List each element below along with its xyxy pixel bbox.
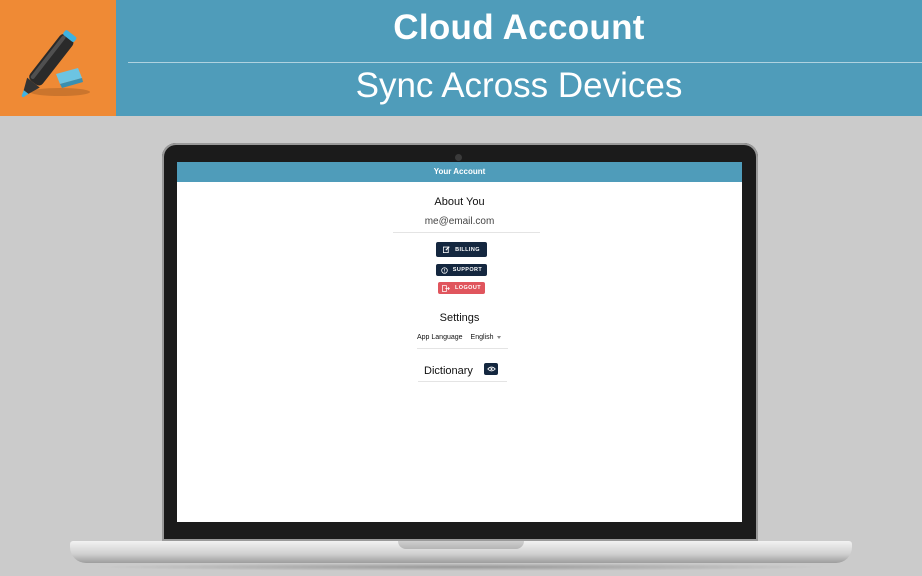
laptop-screen: Your Account About You me@email.com BILL… xyxy=(177,162,742,522)
help-circle-icon xyxy=(441,266,448,274)
highlighter-marker-icon xyxy=(21,30,90,98)
language-setting-row: App Language English xyxy=(417,334,501,341)
chevron-down-icon xyxy=(496,336,501,339)
logout-label: LOGOUT xyxy=(455,285,481,291)
webcam xyxy=(455,154,462,161)
laptop-base-notch xyxy=(398,541,524,549)
account-email: me@email.com xyxy=(424,216,495,227)
support-label: SUPPORT xyxy=(452,267,483,273)
billing-button[interactable]: BILLING xyxy=(436,242,487,257)
dictionary-heading: Dictionary xyxy=(424,365,473,377)
about-you-heading: About You xyxy=(434,196,485,208)
billing-label: BILLING xyxy=(455,246,480,253)
divider xyxy=(393,232,540,233)
divider xyxy=(418,381,507,382)
eye-icon xyxy=(486,366,496,372)
app-header: Your Account xyxy=(177,162,742,182)
support-button[interactable]: SUPPORT xyxy=(436,264,487,276)
logout-icon xyxy=(442,284,450,292)
banner-divider xyxy=(128,62,922,63)
divider xyxy=(417,348,508,349)
edit-icon xyxy=(443,246,450,253)
laptop-bezel-bottom xyxy=(170,522,750,536)
laptop-shadow xyxy=(90,563,832,571)
language-select[interactable]: English xyxy=(471,334,501,341)
logout-button[interactable]: LOGOUT xyxy=(438,282,485,294)
promo-banner: Cloud Account Sync Across Devices xyxy=(0,0,922,116)
banner-subtitle: Sync Across Devices xyxy=(355,66,683,105)
settings-heading: Settings xyxy=(439,312,480,324)
app-logo xyxy=(0,0,116,116)
language-value: English xyxy=(470,334,494,341)
dictionary-view-button[interactable] xyxy=(484,363,498,375)
banner-title: Cloud Account xyxy=(393,8,645,47)
language-label: App Language xyxy=(417,334,463,341)
